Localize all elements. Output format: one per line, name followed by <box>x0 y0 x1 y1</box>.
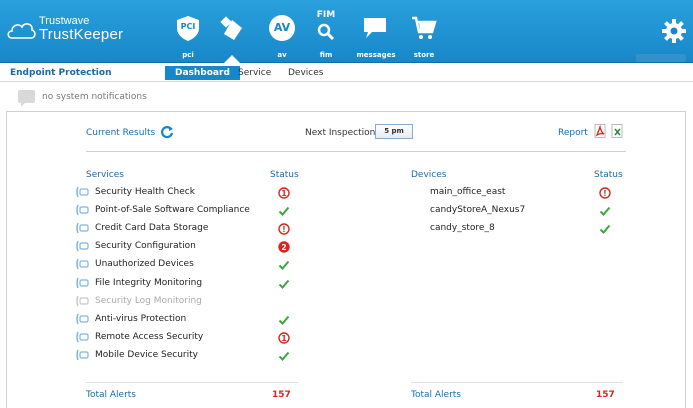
service-row-label: Security Log Monitoring <box>95 295 202 306</box>
mobile-icon <box>76 349 89 361</box>
service-row[interactable]: Mobile Device Security <box>76 348 276 364</box>
devices-total-label: Total Alerts <box>411 390 461 400</box>
service-row[interactable]: Unauthorized Devices <box>76 257 276 273</box>
log-icon <box>76 295 89 306</box>
antivirus-icon <box>76 313 89 324</box>
service-row[interactable]: Remote Access Security <box>76 330 276 346</box>
svg-text:1: 1 <box>281 189 286 198</box>
status-ok-icon <box>599 206 611 217</box>
toolbar-divider <box>86 151 626 152</box>
warning-device-icon <box>76 259 89 270</box>
status-alert-icon: 2 <box>278 241 290 253</box>
notification-text: no system notifications <box>42 92 147 102</box>
active-tab-notch <box>223 55 241 64</box>
svg-text:!: ! <box>282 225 285 234</box>
section-title: Endpoint Protection <box>10 68 112 78</box>
services-total-divider <box>86 382 298 383</box>
cloud-icon <box>76 331 89 343</box>
services-total-label: Total Alerts <box>86 390 136 400</box>
svg-text:1: 1 <box>281 334 286 343</box>
pdf-report-icon[interactable] <box>594 124 606 138</box>
services-header: Services <box>86 170 124 180</box>
service-row-label: Mobile Device Security <box>95 349 198 360</box>
health-check-icon <box>76 186 89 198</box>
excel-report-icon[interactable] <box>611 124 623 138</box>
nav-item-fim[interactable]: FIM fim <box>298 0 354 63</box>
svg-text:!: ! <box>603 189 606 198</box>
status-none <box>278 296 290 308</box>
service-row[interactable]: Security Health Check <box>76 185 276 201</box>
service-row[interactable]: Credit Card Data Storage <box>76 221 276 237</box>
svg-text:2: 2 <box>281 243 286 252</box>
report-label: Report <box>558 128 588 138</box>
services-status-header: Status <box>270 170 299 180</box>
next-inspection-time-button[interactable]: 5 pm <box>375 124 413 139</box>
service-row-label: Security Configuration <box>95 241 196 252</box>
tab-service[interactable]: Service <box>228 66 281 80</box>
status-alert-icon: ! <box>278 223 290 235</box>
service-row[interactable]: Security Log Monitoring <box>76 294 276 310</box>
database-icon <box>76 222 89 234</box>
status-alert-icon: 1 <box>278 187 290 199</box>
devices-total-value: 157 <box>596 390 615 400</box>
status-ok-icon <box>278 206 290 217</box>
service-row[interactable]: Security Configuration <box>76 239 276 255</box>
service-row[interactable]: Point-of-Sale Software Compliance <box>76 203 276 219</box>
status-alert-icon: 1 <box>278 332 290 344</box>
device-row[interactable]: main_office_east <box>411 185 611 201</box>
current-results-link[interactable]: Current Results <box>86 128 155 138</box>
nav-item-endpoint[interactable] <box>204 0 260 64</box>
service-row-label: Unauthorized Devices <box>95 259 194 270</box>
nav-item-store[interactable]: store <box>396 0 452 63</box>
pci-icon-glyph: PCI <box>180 22 196 31</box>
endpoint-protection-icon <box>218 14 246 42</box>
cloud-logo-icon <box>7 23 36 39</box>
magnifier-icon <box>76 277 89 288</box>
device-row-label: candy_store_8 <box>430 223 495 234</box>
status-ok-icon <box>278 315 290 325</box>
sub-navigation: Endpoint Protection Dashboard Service De… <box>0 64 693 82</box>
service-row-label: Remote Access Security <box>95 331 204 342</box>
service-row[interactable]: Anti-virus Protection <box>76 312 276 328</box>
devices-header: Devices <box>411 170 447 180</box>
service-row-label: Point-of-Sale Software Compliance <box>95 205 250 216</box>
av-icon: AV <box>268 14 296 42</box>
notification-bubble-tail <box>21 102 26 107</box>
messages-icon <box>362 14 390 42</box>
device-row-label: main_office_east <box>430 187 506 197</box>
nav-label-fim: fim <box>319 51 333 59</box>
pos-icon <box>76 204 89 216</box>
service-row[interactable]: File Integrity Monitoring <box>76 276 276 292</box>
devices-total-divider <box>411 382 623 383</box>
service-row-label: Security Health Check <box>95 187 195 197</box>
service-row-label: File Integrity Monitoring <box>95 277 203 288</box>
fim-icon: FIM <box>312 10 340 42</box>
next-inspection-label: Next Inspection <box>305 128 376 138</box>
service-row-label: Anti-virus Protection <box>95 313 187 324</box>
status-ok-icon <box>278 279 290 289</box>
status-ok-icon <box>599 225 611 235</box>
tab-devices[interactable]: Devices <box>278 66 333 80</box>
refresh-icon[interactable] <box>160 125 174 139</box>
config-gear-icon <box>76 241 89 252</box>
brand-big-text: TrustKeeper <box>39 26 124 43</box>
status-ok-icon <box>278 351 290 361</box>
status-ok-icon <box>278 261 290 271</box>
settings-gear-icon[interactable] <box>662 19 686 43</box>
top-navigation-bar: Trustwave TrustKeeper PCI pci AV av FIM … <box>0 0 693 64</box>
devices-status-header: Status <box>594 170 623 180</box>
services-total-value: 157 <box>272 390 291 400</box>
dashboard-panel: Current Results Next Inspection 5 pm Rep… <box>6 111 686 408</box>
nav-label-store: store <box>413 51 435 59</box>
user-account-area[interactable] <box>636 54 686 62</box>
device-row[interactable]: candy_store_8 <box>411 221 611 237</box>
device-row[interactable]: candyStoreA_Nexus7 <box>411 203 611 219</box>
trustkeeper-logo[interactable]: Trustwave TrustKeeper <box>6 14 126 48</box>
pci-icon: PCI <box>174 14 202 42</box>
service-row-label: Credit Card Data Storage <box>95 223 209 234</box>
av-icon-glyph: AV <box>273 21 291 34</box>
device-row-label: candyStoreA_Nexus7 <box>430 205 526 216</box>
store-cart-icon <box>410 14 438 42</box>
status-alert-icon: ! <box>599 187 611 199</box>
